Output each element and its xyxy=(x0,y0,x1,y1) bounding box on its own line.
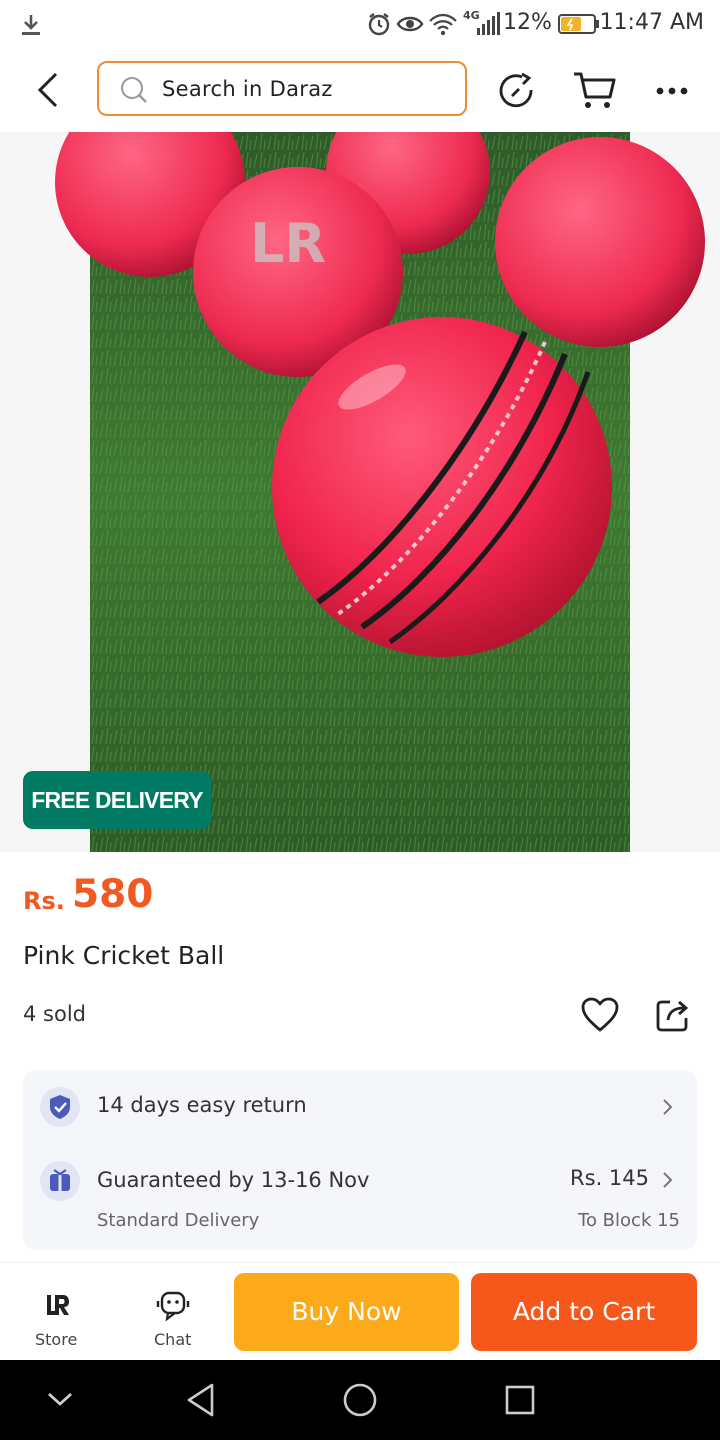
status-bar: 4G 12% 11:47 AM xyxy=(0,0,720,52)
clock: 11:47 AM xyxy=(599,10,704,35)
shield-check-icon xyxy=(40,1087,80,1127)
bottom-action-bar: Store Chat Buy Now Add to Cart xyxy=(0,1262,720,1361)
signal-icon xyxy=(477,12,500,35)
download-icon xyxy=(22,15,40,35)
chat-button[interactable]: Chat xyxy=(138,1275,208,1355)
chat-label: Chat xyxy=(154,1330,192,1349)
free-delivery-badge: FREE DELIVERY xyxy=(23,771,211,829)
store-button[interactable]: Store xyxy=(22,1275,92,1355)
eye-icon xyxy=(396,16,424,32)
search-input[interactable]: Search in Daraz xyxy=(97,61,467,116)
search-icon xyxy=(121,77,147,103)
chat-agent-icon xyxy=(156,1291,190,1321)
delivery-box-icon xyxy=(40,1161,80,1201)
wifi-icon xyxy=(429,13,457,36)
price-value: 580 xyxy=(72,872,154,917)
delivery-guarantee: Guaranteed by 13-16 Nov xyxy=(97,1168,370,1192)
chevron-right-icon xyxy=(663,1172,673,1188)
nav-back-icon[interactable] xyxy=(184,1382,218,1418)
share-arrow-icon[interactable] xyxy=(498,72,538,112)
product-image[interactable]: LR xyxy=(0,132,720,852)
delivery-fee: Rs. 145 xyxy=(570,1166,649,1190)
back-arrow-icon[interactable] xyxy=(32,70,64,110)
system-nav-bar xyxy=(0,1360,720,1440)
add-to-cart-button[interactable]: Add to Cart xyxy=(471,1273,697,1351)
product-title: Pink Cricket Ball xyxy=(23,941,225,970)
delivery-row[interactable]: Guaranteed by 13-16 Nov Standard Deliver… xyxy=(23,1150,697,1250)
chevron-right-icon xyxy=(663,1099,673,1115)
nav-recents-icon[interactable] xyxy=(504,1384,536,1416)
cricket-ball-photo: LR xyxy=(55,132,705,852)
wishlist-heart-icon[interactable] xyxy=(580,996,620,1034)
search-placeholder: Search in Daraz xyxy=(162,77,333,101)
battery-icon xyxy=(558,14,599,34)
return-text: 14 days easy return xyxy=(97,1093,307,1117)
nav-home-icon[interactable] xyxy=(342,1382,378,1418)
battery-percent: 12% xyxy=(503,10,552,35)
delivery-type: Standard Delivery xyxy=(97,1210,260,1231)
price-currency: Rs. xyxy=(23,887,65,915)
return-policy-row[interactable]: 14 days easy return xyxy=(23,1070,697,1144)
collapse-chevron-icon[interactable] xyxy=(44,1388,76,1410)
store-logo-icon xyxy=(47,1295,69,1315)
sold-count: 4 sold xyxy=(23,1002,86,1026)
alarm-icon xyxy=(368,13,390,36)
delivery-location: To Block 15 xyxy=(578,1210,680,1231)
store-label: Store xyxy=(35,1330,78,1349)
share-icon[interactable] xyxy=(654,996,692,1034)
top-header: Search in Daraz xyxy=(0,52,720,132)
service-card: 14 days easy return Guaranteed by 13-16 … xyxy=(23,1070,697,1250)
cart-icon[interactable] xyxy=(572,70,618,110)
buy-now-button[interactable]: Buy Now xyxy=(234,1273,459,1351)
more-options-icon[interactable] xyxy=(655,86,689,96)
svg-text:LR: LR xyxy=(250,212,326,275)
